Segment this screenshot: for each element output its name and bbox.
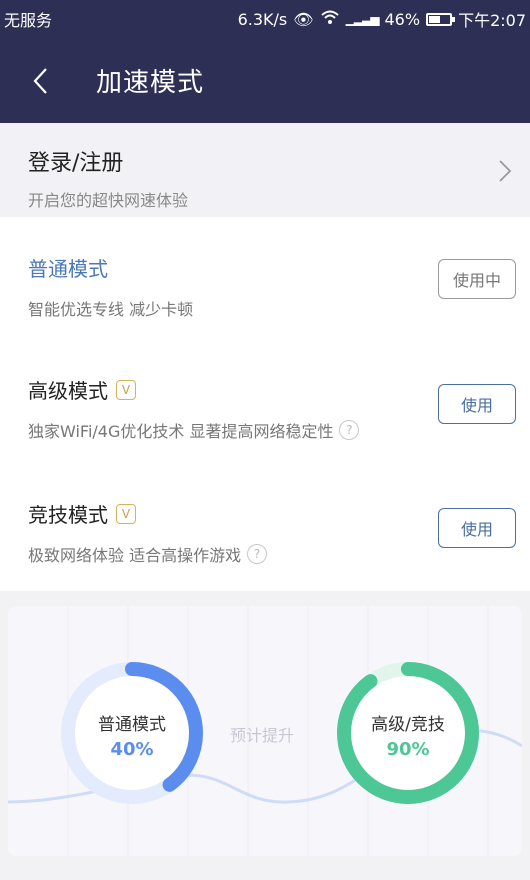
- ring-name: 高级/竞技: [371, 715, 445, 735]
- ring-name: 普通模式: [98, 715, 166, 735]
- modes-list: 普通模式 智能优选专线 减少卡顿 使用中 高级模式 V 独家WiFi/4G优化技…: [0, 217, 530, 591]
- mode-item-normal: 普通模式 智能优选专线 减少卡顿 使用中: [28, 253, 516, 320]
- mode-name-text: 竞技模式: [28, 503, 108, 527]
- mode-name-text: 高级模式: [28, 379, 108, 403]
- mode-name-text: 普通模式: [28, 257, 108, 281]
- in-use-button[interactable]: 使用中: [438, 259, 516, 299]
- expected-boost-label: 预计提升: [230, 726, 295, 745]
- ring-label-advanced: 高级/竞技 90%: [343, 710, 473, 760]
- mode-desc-text: 独家WiFi/4G优化技术 显著提高网络稳定性: [28, 422, 334, 441]
- vip-badge-icon: V: [116, 503, 136, 524]
- login-subtitle: 开启您的超快网速体验: [28, 191, 189, 210]
- back-button[interactable]: [0, 38, 80, 123]
- chevron-right-icon: [499, 160, 512, 182]
- header: 加速模式: [0, 38, 530, 123]
- mode-desc-text: 极致网络体验 适合高操作游戏: [28, 546, 242, 565]
- speed-comparison-card: 普通模式 40% 预计提升 高级/竞技 90%: [8, 606, 522, 856]
- ring-label-normal: 普通模式 40%: [67, 710, 197, 760]
- clock: 下午2:07: [458, 11, 526, 30]
- use-button-advanced[interactable]: 使用: [438, 384, 516, 424]
- ring-value: 90%: [386, 739, 430, 760]
- ring-value: 40%: [110, 739, 154, 760]
- mode-name: 竞技模式 V: [28, 499, 508, 528]
- mode-name: 高级模式 V: [28, 375, 508, 404]
- mode-desc: 独家WiFi/4G优化技术 显著提高网络稳定性 ?: [28, 418, 508, 442]
- help-icon[interactable]: ?: [339, 420, 360, 440]
- mode-desc: 智能优选专线 减少卡顿: [28, 296, 508, 320]
- mode-name: 普通模式: [28, 253, 508, 282]
- back-arrow-icon: [33, 67, 47, 94]
- mode-item-advanced: 高级模式 V 独家WiFi/4G优化技术 显著提高网络稳定性 ? 使用: [28, 375, 516, 442]
- status-right: 6.3K/s 👁 ▁▂▃▅ 46% 下午2:07: [238, 7, 526, 31]
- mode-desc: 极致网络体验 适合高操作游戏 ?: [28, 542, 508, 566]
- help-icon[interactable]: ?: [247, 544, 268, 564]
- net-speed: 6.3K/s: [237, 9, 288, 29]
- login-row[interactable]: 登录/注册 开启您的超快网速体验: [0, 123, 530, 217]
- carrier-label: 无服务: [4, 11, 53, 30]
- login-title: 登录/注册: [28, 151, 124, 176]
- wifi-icon: [320, 9, 340, 29]
- eye-icon: 👁: [293, 9, 314, 29]
- use-button-competitive[interactable]: 使用: [438, 508, 516, 548]
- vip-badge-icon: V: [116, 379, 136, 400]
- signal-icon: ▁▂▃▅: [345, 12, 380, 26]
- status-bar: 无服务 6.3K/s 👁 ▁▂▃▅ 46% 下午2:07: [0, 0, 530, 38]
- mode-desc-text: 智能优选专线 减少卡顿: [28, 300, 194, 319]
- page-title: 加速模式: [96, 68, 205, 98]
- battery-icon: [426, 12, 456, 26]
- mode-item-competitive: 竞技模式 V 极致网络体验 适合高操作游戏 ? 使用: [28, 499, 516, 566]
- battery-percent: 46%: [384, 9, 421, 29]
